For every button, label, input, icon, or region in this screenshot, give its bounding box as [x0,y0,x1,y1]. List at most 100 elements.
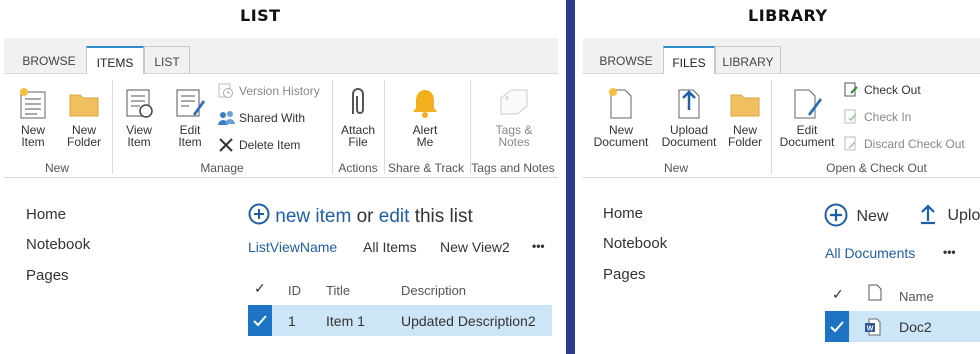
select-all-check-icon[interactable]: ✓ [832,286,844,303]
group-label-manage: Manage [200,161,244,175]
version-history-button[interactable]: Version History [218,81,328,101]
version-history-label: Version History [239,84,320,98]
tags-notes-label: Tags & Notes [495,123,533,149]
tab-files[interactable]: FILES [663,46,715,75]
edit-item-label: Edit Item [178,123,202,149]
nav-item-pages[interactable]: Pages [26,267,69,284]
new-item-button[interactable]: New Item [8,86,58,148]
list-panel-title: LIST [240,6,281,25]
row-checkbox[interactable] [248,305,272,336]
view-item-button[interactable]: View Item [116,86,162,148]
delete-item-label: Delete Item [239,138,301,152]
upload-icon [921,204,935,225]
cell-id: 1 [288,313,296,329]
column-header-id[interactable]: ID [288,283,301,298]
bell-icon [413,90,437,118]
svg-text:W: W [867,326,874,333]
new-document-label: New Document [593,123,649,149]
column-header-name[interactable]: Name [899,289,934,304]
view-new-view2[interactable]: New View2 [440,239,510,255]
check-out-button[interactable]: Check Out [843,80,973,100]
folder-icon [69,94,99,117]
view-listviewname[interactable]: ListViewName [248,239,337,255]
nav-item-home[interactable]: Home [603,205,643,222]
edit-item-button[interactable]: Edit Item [168,86,212,148]
check-out-icon [844,82,858,97]
new-folder-label: New Folder [66,123,101,149]
group-label-new: New [663,161,688,175]
tab-browse[interactable]: BROWSE [593,46,659,74]
check-in-label: Check In [864,110,912,124]
nav-item-notebook[interactable]: Notebook [26,236,90,253]
edit-list-link[interactable]: edit [379,206,410,227]
edit-document-label: Edit Document [779,123,835,149]
plus-circle-icon[interactable] [248,203,270,225]
file-type-header-icon[interactable] [868,284,882,306]
more-views-button[interactable]: ••• [532,239,545,253]
delete-item-button[interactable]: Delete Item [218,135,328,155]
discard-check-out-button[interactable]: Discard Check Out [843,134,980,154]
library-ribbon: New Document Upload Document New Folder … [583,74,980,178]
view-all-documents[interactable]: All Documents [825,245,915,261]
cell-description: Updated Description2 [401,313,536,329]
new-document-icon [609,88,632,119]
check-out-label: Check Out [864,83,921,97]
group-separator [332,80,333,174]
more-views-button[interactable]: ••• [943,245,956,259]
new-document-button[interactable]: New Document [587,86,655,148]
select-all-check-icon[interactable]: ✓ [254,280,266,297]
new-folder-button[interactable]: New Folder [723,86,767,148]
discard-check-out-label: Discard Check Out [864,137,965,151]
new-document-link[interactable]: New [824,203,888,227]
upload-document-button[interactable]: Upload Document [659,86,719,148]
edit-document-icon [794,89,822,119]
upload-link-label: Uplo [947,207,980,224]
plus-circle-icon [824,203,848,227]
group-label-share-track: Share & Track [387,161,465,175]
group-separator [470,80,471,174]
tab-items[interactable]: ITEMS [86,46,144,75]
new-folder-button[interactable]: New Folder [60,86,108,148]
column-header-title[interactable]: Title [326,283,350,298]
library-panel: LIBRARY BROWSE FILES LIBRARY New Documen… [575,0,980,354]
column-header-description[interactable]: Description [401,283,466,298]
attach-file-button[interactable]: Attach File [336,86,380,148]
upload-arrow-icon [678,89,700,119]
group-label-tags-notes: Tags and Notes [471,161,555,175]
cell-title[interactable]: Item 1 [326,313,365,329]
row-checkbox[interactable] [825,311,849,342]
check-icon [830,321,844,333]
shared-with-label: Shared With [239,111,306,125]
nav-item-notebook[interactable]: Notebook [603,235,667,252]
delete-x-icon [219,138,233,152]
new-item-icon [20,88,46,119]
tab-browse[interactable]: BROWSE [16,46,82,74]
view-all-items[interactable]: All Items [363,239,417,255]
view-item-icon [126,89,153,118]
upload-link[interactable]: Uplo [919,203,980,227]
check-in-button[interactable]: Check In [843,107,973,127]
group-separator [771,80,772,174]
check-in-icon [844,109,857,124]
group-label-new: New [44,161,69,175]
tab-library[interactable]: LIBRARY [715,46,781,74]
list-ribbon: New Item New Folder New View Item Edit I… [4,74,558,178]
nav-item-pages[interactable]: Pages [603,266,646,283]
edit-document-button[interactable]: Edit Document [777,86,837,148]
tag-icon [500,89,528,115]
shared-with-button[interactable]: Shared With [218,108,328,128]
group-separator [384,80,385,174]
alert-me-button[interactable]: Alert Me [400,86,450,148]
new-item-link[interactable]: new item [275,206,351,227]
tab-list[interactable]: LIST [144,46,190,74]
attach-file-label: Attach File [340,123,376,149]
tags-notes-button[interactable]: Tags & Notes [488,86,540,148]
nav-item-home[interactable]: Home [26,206,66,223]
version-history-icon [218,83,233,98]
new-item-label: New Item [20,123,45,149]
cell-name[interactable]: Doc2 [899,319,932,335]
table-row[interactable]: 1 Item 1 Updated Description2 [248,305,552,336]
group-label-open-check-out: Open & Check Out [826,161,927,175]
table-row[interactable]: W Doc2 [825,311,980,342]
word-document-icon: W [865,318,881,341]
